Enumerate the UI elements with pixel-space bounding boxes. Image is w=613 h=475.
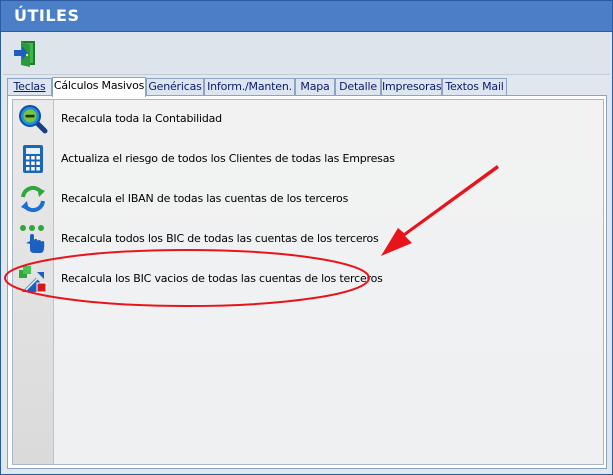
- tab-label: Impresoras: [382, 80, 442, 93]
- tab-impresoras[interactable]: Impresoras: [381, 78, 442, 96]
- tab-label: Detalle: [339, 80, 377, 93]
- toolbar: [3, 32, 610, 75]
- actions-list: Recalcula toda la Contabilidad Actualiza…: [12, 99, 604, 465]
- action-row-recalcula-iban[interactable]: Recalcula el IBAN de todas las cuentas d…: [13, 182, 603, 218]
- tab-label: Cálculos Masivos: [53, 79, 145, 92]
- tab-panel: Recalcula toda la Contabilidad Actualiza…: [7, 95, 607, 469]
- tab-strip: Teclas Cálculos Masivos Genéricas Inform…: [7, 77, 607, 97]
- title-bar: ÚTILES: [1, 1, 612, 32]
- tab-detalle[interactable]: Detalle: [335, 78, 381, 96]
- tab-label: Genéricas: [148, 80, 202, 93]
- action-row-recalcula-bic[interactable]: Recalcula todos los BIC de todas las cue…: [13, 222, 603, 258]
- action-row-recalcula-contabilidad[interactable]: Recalcula toda la Contabilidad: [13, 102, 603, 138]
- window-title: ÚTILES: [14, 6, 80, 25]
- tab-teclas[interactable]: Teclas: [7, 78, 52, 96]
- magnifier-minus-icon[interactable]: [18, 104, 48, 134]
- tab-mapa[interactable]: Mapa: [295, 78, 335, 96]
- app-window: ÚTILES Teclas Cálculos Masivos Genéricas…: [0, 0, 613, 475]
- action-row-actualiza-riesgo[interactable]: Actualiza el riesgo de todos los Cliente…: [13, 142, 603, 178]
- action-label[interactable]: Recalcula todos los BIC de todas las cue…: [61, 232, 379, 245]
- tab-label: Textos Mail: [445, 80, 504, 93]
- tab-label: Teclas: [13, 80, 46, 93]
- tab-label: Inform./Manten.: [207, 80, 292, 93]
- tab-label: Mapa: [300, 80, 330, 93]
- hand-pointer-icon[interactable]: [18, 224, 48, 254]
- tab-textos-mail[interactable]: Textos Mail: [442, 78, 507, 96]
- action-label[interactable]: Actualiza el riesgo de todos los Cliente…: [61, 152, 395, 165]
- bic-empty-icon[interactable]: [18, 264, 48, 294]
- calculator-icon[interactable]: [18, 144, 48, 174]
- action-label[interactable]: Recalcula los BIC vacios de todas las cu…: [61, 272, 383, 285]
- exit-door-icon[interactable]: [12, 39, 40, 67]
- refresh-arrows-icon[interactable]: [18, 184, 48, 214]
- action-label[interactable]: Recalcula el IBAN de todas las cuentas d…: [61, 192, 348, 205]
- action-row-recalcula-bic-vacios[interactable]: Recalcula los BIC vacios de todas las cu…: [13, 262, 603, 298]
- action-label[interactable]: Recalcula toda la Contabilidad: [61, 112, 222, 125]
- tab-genericas[interactable]: Genéricas: [146, 78, 204, 96]
- tab-calculos-masivos[interactable]: Cálculos Masivos: [52, 77, 146, 97]
- tab-inform-manten[interactable]: Inform./Manten.: [204, 78, 295, 96]
